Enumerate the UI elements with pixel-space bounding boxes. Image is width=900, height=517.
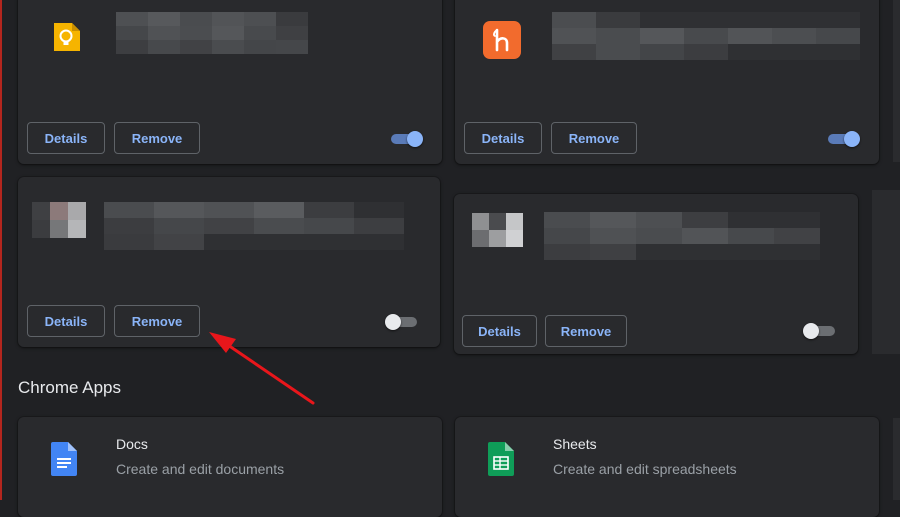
extension-enable-toggle[interactable] (803, 323, 837, 339)
app-name: Sheets (553, 436, 597, 452)
extension-card: Details Remove (18, 177, 440, 347)
offscreen-card-edge (893, 418, 900, 500)
details-button[interactable]: Details (462, 315, 537, 347)
extension-enable-toggle[interactable] (385, 314, 419, 330)
details-button[interactable]: Details (464, 122, 542, 154)
extension-card: Details Remove (454, 194, 858, 354)
remove-button[interactable]: Remove (545, 315, 627, 347)
honey-icon (483, 21, 521, 59)
blurred-extension-icon (32, 202, 86, 238)
app-card-docs[interactable]: Docs Create and edit documents (18, 417, 442, 517)
window-border (0, 0, 2, 500)
extension-card: Details Remove (18, 0, 442, 164)
offscreen-card-edge (872, 190, 900, 354)
remove-button[interactable]: Remove (551, 122, 637, 154)
extension-enable-toggle[interactable] (389, 131, 423, 147)
google-docs-icon (51, 442, 77, 476)
extension-enable-toggle[interactable] (826, 131, 860, 147)
details-button[interactable]: Details (27, 305, 105, 337)
app-description: Create and edit spreadsheets (553, 461, 737, 477)
offscreen-card-edge (893, 0, 900, 162)
app-name: Docs (116, 436, 148, 452)
extension-card: Details Remove (455, 0, 879, 164)
blurred-extension-name (104, 202, 404, 250)
blurred-extension-name (552, 12, 860, 60)
remove-button[interactable]: Remove (114, 305, 200, 337)
remove-button[interactable]: Remove (114, 122, 200, 154)
keep-icon (54, 23, 80, 51)
details-button[interactable]: Details (27, 122, 105, 154)
section-title-chrome-apps: Chrome Apps (18, 378, 121, 397)
blurred-extension-icon (472, 213, 523, 247)
blurred-extension-name (544, 212, 820, 260)
google-sheets-icon (488, 442, 514, 476)
blurred-extension-name (116, 12, 308, 54)
app-description: Create and edit documents (116, 461, 285, 477)
app-card-sheets[interactable]: Sheets Create and edit spreadsheets (455, 417, 879, 517)
